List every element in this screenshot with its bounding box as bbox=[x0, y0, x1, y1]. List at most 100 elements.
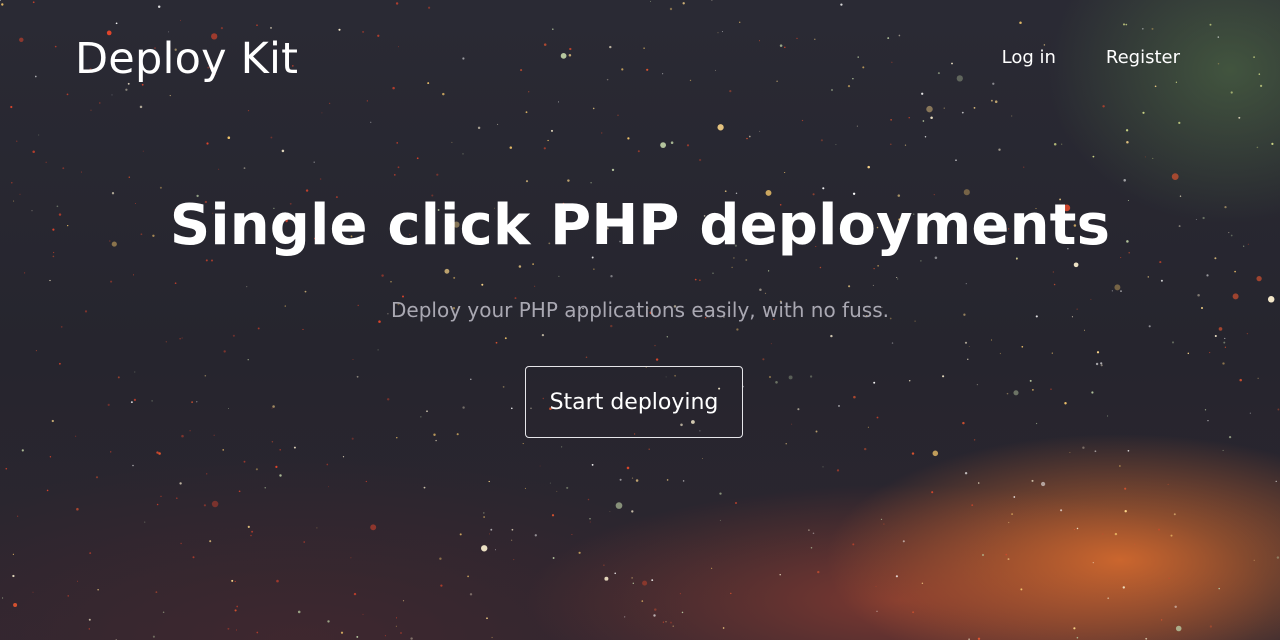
login-link[interactable]: Log in bbox=[1002, 46, 1056, 70]
star-dot bbox=[592, 107, 595, 110]
star-dot bbox=[567, 179, 570, 182]
star-dot bbox=[1094, 450, 1097, 453]
star-dot bbox=[873, 267, 875, 270]
star-dot bbox=[662, 621, 665, 623]
star-dot bbox=[585, 356, 588, 359]
star-dot bbox=[632, 582, 634, 584]
star-dot bbox=[758, 40, 761, 42]
star-dot bbox=[1217, 36, 1220, 38]
star-dot bbox=[1168, 577, 1170, 580]
brand-logo[interactable]: Deploy Kit bbox=[75, 30, 298, 88]
star-dot bbox=[852, 77, 854, 80]
star-dot bbox=[981, 553, 985, 557]
star-dot bbox=[819, 266, 822, 269]
star-dot bbox=[175, 497, 178, 500]
star-dot bbox=[510, 539, 513, 541]
star-dot bbox=[46, 489, 49, 492]
star-dot bbox=[236, 605, 239, 608]
star-dot bbox=[1175, 81, 1178, 83]
star-dot bbox=[891, 342, 894, 344]
star-dot bbox=[1224, 346, 1227, 348]
star-dot bbox=[904, 144, 907, 146]
star-dot bbox=[670, 621, 672, 624]
star-dot bbox=[801, 119, 804, 122]
star-dot bbox=[451, 141, 453, 143]
star-dot bbox=[1246, 332, 1249, 335]
star-dot bbox=[1206, 274, 1209, 277]
star-dot bbox=[568, 54, 572, 57]
star-dot bbox=[181, 434, 184, 438]
register-link[interactable]: Register bbox=[1106, 46, 1180, 70]
star-dot bbox=[719, 519, 721, 521]
star-dot bbox=[1102, 533, 1104, 535]
star-dot bbox=[1111, 290, 1113, 292]
star-dot bbox=[1178, 121, 1181, 125]
star-dot bbox=[779, 44, 783, 47]
star-dot bbox=[17, 515, 19, 517]
star-dot bbox=[1011, 513, 1014, 516]
star-dot bbox=[848, 285, 851, 288]
star-dot bbox=[1222, 449, 1224, 451]
star-dot bbox=[1258, 73, 1261, 75]
star-dot bbox=[1040, 481, 1046, 487]
star-dot bbox=[1102, 105, 1105, 108]
star-dot bbox=[961, 111, 964, 114]
start-deploying-button[interactable]: Start deploying bbox=[525, 366, 743, 438]
star-dot bbox=[1100, 364, 1103, 367]
star-dot bbox=[1114, 532, 1118, 536]
star-dot bbox=[477, 126, 481, 130]
star-dot bbox=[222, 449, 224, 451]
star-dot bbox=[619, 478, 622, 481]
star-dot bbox=[1209, 23, 1212, 26]
star-dot bbox=[1114, 284, 1121, 291]
star-dot bbox=[912, 611, 915, 614]
star-dot bbox=[1277, 408, 1280, 411]
star-dot bbox=[250, 534, 252, 537]
star-dot bbox=[660, 142, 667, 149]
star-dot bbox=[711, 0, 713, 1]
star-dot bbox=[590, 182, 592, 184]
star-dot bbox=[956, 75, 963, 82]
star-dot bbox=[662, 73, 664, 75]
star-dot bbox=[351, 437, 354, 440]
star-dot bbox=[107, 403, 110, 406]
star-dot bbox=[1171, 341, 1175, 344]
star-dot bbox=[556, 490, 558, 492]
star-dot bbox=[192, 556, 195, 559]
star-dot bbox=[990, 99, 993, 102]
star-dot bbox=[768, 375, 772, 379]
star-dot bbox=[304, 290, 307, 293]
star-dot bbox=[648, 448, 650, 450]
star-dot bbox=[1053, 283, 1056, 286]
star-dot bbox=[211, 500, 219, 508]
star-dot bbox=[356, 635, 359, 638]
star-dot bbox=[578, 551, 581, 554]
star-dot bbox=[921, 92, 924, 95]
star-dot bbox=[666, 336, 668, 338]
star-dot bbox=[117, 376, 120, 379]
star-dot bbox=[34, 75, 37, 78]
star-dot bbox=[495, 341, 498, 344]
star-dot bbox=[174, 282, 177, 285]
star-dot bbox=[1127, 449, 1130, 452]
star-dot bbox=[1142, 111, 1145, 114]
star-dot bbox=[926, 105, 933, 113]
star-dot bbox=[730, 592, 732, 595]
star-dot bbox=[748, 135, 751, 138]
star-dot bbox=[528, 91, 530, 93]
star-dot bbox=[1107, 597, 1110, 600]
star-dot bbox=[784, 171, 786, 174]
star-dot bbox=[1029, 379, 1032, 382]
star-dot bbox=[624, 616, 626, 618]
star-dot bbox=[32, 1, 35, 4]
star-dot bbox=[88, 628, 91, 630]
star-dot bbox=[666, 479, 669, 481]
star-dot bbox=[549, 482, 551, 484]
star-dot bbox=[38, 134, 40, 136]
star-dot bbox=[631, 510, 634, 513]
star-dot bbox=[589, 518, 591, 520]
star-dot bbox=[316, 527, 318, 529]
star-dot bbox=[1069, 452, 1071, 453]
star-dot bbox=[1234, 270, 1236, 273]
star-dot bbox=[270, 136, 273, 139]
